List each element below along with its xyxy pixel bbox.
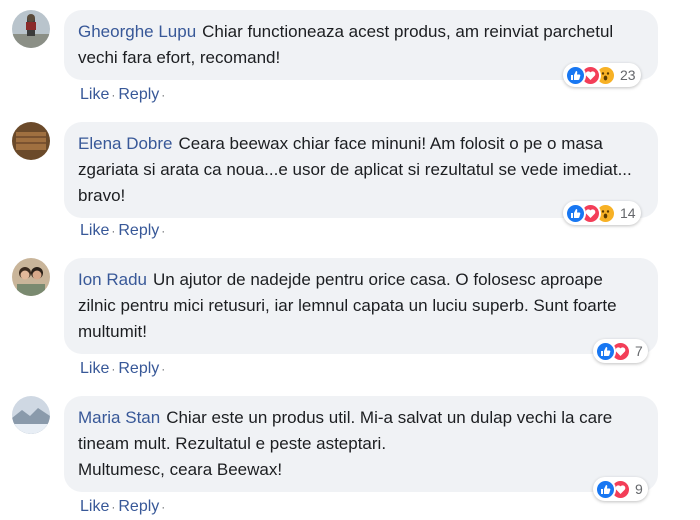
separator-dot: ·	[111, 88, 116, 102]
separator-dot: ·	[161, 224, 166, 238]
like-reaction-icon	[565, 64, 586, 86]
like-reaction-icon	[565, 202, 586, 224]
avatar[interactable]	[12, 258, 50, 296]
comment-actions: Like · Reply ·	[80, 222, 168, 240]
avatar[interactable]	[12, 396, 50, 434]
like-link[interactable]: Like	[80, 360, 109, 377]
separator-dot: ·	[161, 500, 166, 514]
comment-text-line: Multumesc, ceara Beewax!	[78, 460, 283, 479]
reaction-count: 7	[635, 343, 643, 359]
reply-link[interactable]: Reply	[118, 86, 159, 103]
comment-author[interactable]: Ion Radu	[78, 270, 147, 289]
comment-actions: Like · Reply ·	[80, 360, 168, 378]
separator-dot: ·	[161, 362, 166, 376]
like-reaction-icon	[595, 340, 616, 362]
comment-author[interactable]: Elena Dobre	[78, 134, 173, 153]
reaction-count: 9	[635, 481, 643, 497]
reactions-summary[interactable]: 23	[563, 63, 641, 87]
like-link[interactable]: Like	[80, 86, 109, 103]
separator-dot: ·	[111, 224, 116, 238]
reaction-count: 23	[620, 67, 636, 83]
reactions-summary[interactable]: 7	[593, 339, 648, 363]
reply-link[interactable]: Reply	[118, 222, 159, 239]
like-reaction-icon	[595, 478, 616, 500]
comment-author[interactable]: Maria Stan	[78, 408, 160, 427]
reply-link[interactable]: Reply	[118, 360, 159, 377]
like-link[interactable]: Like	[80, 222, 109, 239]
separator-dot: ·	[111, 362, 116, 376]
comment-text: Un ajutor de nadejde pentru orice casa. …	[78, 270, 617, 341]
reply-link[interactable]: Reply	[118, 498, 159, 515]
reaction-count: 14	[620, 205, 636, 221]
comment-author[interactable]: Gheorghe Lupu	[78, 22, 196, 41]
like-link[interactable]: Like	[80, 498, 109, 515]
avatar[interactable]	[12, 122, 50, 160]
separator-dot: ·	[161, 88, 166, 102]
comment-actions: Like · Reply ·	[80, 498, 168, 516]
reactions-summary[interactable]: 9	[593, 477, 648, 501]
separator-dot: ·	[111, 500, 116, 514]
comment-actions: Like · Reply ·	[80, 86, 168, 104]
avatar[interactable]	[12, 10, 50, 48]
reactions-summary[interactable]: 14	[563, 201, 641, 225]
comment-bubble: Ion Radu Un ajutor de nadejde pentru oric…	[64, 258, 658, 354]
comment-bubble: Maria Stan Chiar este un produs util. Mi-…	[64, 396, 658, 492]
